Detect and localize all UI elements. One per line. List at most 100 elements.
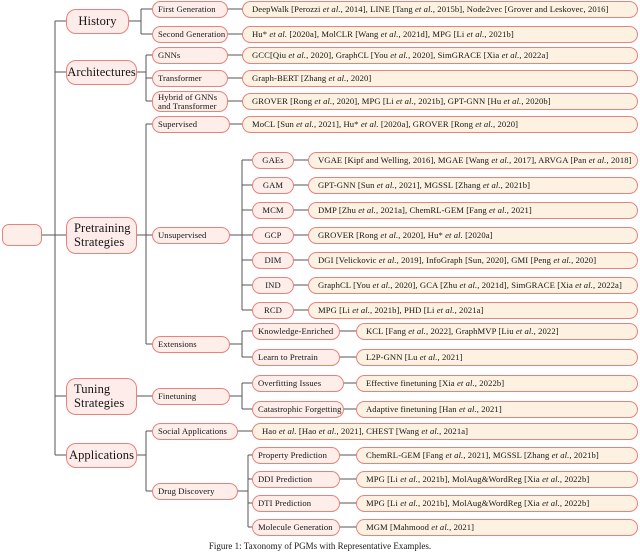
node-applications[interactable]: Applications <box>66 443 137 468</box>
node-drug-discovery[interactable]: Drug Discovery <box>152 483 238 500</box>
leaf-learn-to-pretrain-text: L2P-GNN [Lu et al., 2021] <box>366 353 463 362</box>
node-rcd[interactable]: RCD <box>252 302 294 319</box>
node-property-prediction-label: Property Prediction <box>258 451 327 460</box>
node-extensions[interactable]: Extensions <box>152 336 230 353</box>
leaf-ind-text: GraphCL [You et al., 2020], GCA [Zhu et … <box>318 281 622 290</box>
node-first-generation-label: First Generation <box>158 5 216 14</box>
node-mcm-label: MCM <box>262 206 283 215</box>
node-learn-to-pretrain[interactable]: Learn to Pretrain <box>252 349 340 366</box>
node-gaes-label: GAEs <box>262 156 283 165</box>
leaf-dim[interactable]: DGI [Velickovic et al., 2019], InfoGraph… <box>308 252 638 269</box>
node-first-generation[interactable]: First Generation <box>152 1 228 18</box>
node-second-generation[interactable]: Second Generation <box>152 26 228 43</box>
node-gam[interactable]: GAM <box>252 177 294 194</box>
taxonomy-figure: History Architectures Pretraining Strate… <box>0 0 640 554</box>
leaf-overfitting-issues[interactable]: Effective finetuning [Xia et al., 2022b] <box>356 375 638 392</box>
node-architectures[interactable]: Architectures <box>66 60 137 85</box>
leaf-learn-to-pretrain[interactable]: L2P-GNN [Lu et al., 2021] <box>356 349 638 366</box>
node-ind[interactable]: IND <box>252 277 294 294</box>
leaf-hybrid-gnns-transformer-text: GROVER [Rong et al., 2020], MPG [Li et a… <box>252 97 551 106</box>
node-molecule-generation[interactable]: Molecule Generation <box>252 519 340 536</box>
leaf-hybrid-gnns-transformer[interactable]: GROVER [Rong et al., 2020], MPG [Li et a… <box>242 93 638 110</box>
node-gaes[interactable]: GAEs <box>252 152 294 169</box>
leaf-knowledge-enriched-text: KCL [Fang et al., 2022], GraphMVP [Liu e… <box>366 327 559 336</box>
node-history-label: History <box>78 15 116 29</box>
node-property-prediction[interactable]: Property Prediction <box>252 447 340 464</box>
node-tuning-strategies[interactable]: Tuning Strategies <box>66 378 137 415</box>
node-overfitting-issues-label: Overfitting Issues <box>258 379 321 388</box>
node-second-generation-label: Second Generation <box>158 30 225 39</box>
leaf-gam[interactable]: GPT-GNN [Sun et al., 2021], MGSSL [Zhang… <box>308 177 638 194</box>
leaf-catastrophic-forgetting[interactable]: Adaptive finetuning [Han et al., 2021] <box>356 401 638 418</box>
node-gnns[interactable]: GNNs <box>152 47 228 64</box>
node-finetuning-label: Finetuning <box>158 392 196 401</box>
node-drug-discovery-label: Drug Discovery <box>158 487 215 496</box>
leaf-supervised[interactable]: MoCL [Sun et al., 2021], Hu* et al. [202… <box>242 116 638 133</box>
node-ddi-prediction[interactable]: DDI Prediction <box>252 471 340 488</box>
node-gcp[interactable]: GCP <box>252 227 294 244</box>
node-unsupervised-label: Unsupervised <box>158 231 206 240</box>
leaf-gaes-text: VGAE [Kipf and Welling, 2016], MGAE [Wan… <box>318 156 632 165</box>
node-supervised[interactable]: Supervised <box>152 116 230 133</box>
node-ddi-prediction-label: DDI Prediction <box>258 475 312 484</box>
leaf-dim-text: DGI [Velickovic et al., 2019], InfoGraph… <box>318 256 596 265</box>
node-applications-label: Applications <box>69 449 134 463</box>
leaf-gnns[interactable]: GCC[Qiu et al., 2020], GraphCL [You et a… <box>242 47 638 64</box>
leaf-rcd[interactable]: MPG [Li et al., 2021b], PHD [Li et al., … <box>308 302 638 319</box>
node-tuning-strategies-label: Tuning Strategies <box>74 383 131 410</box>
leaf-dti-prediction[interactable]: MPG [Li et al., 2021b], MolAug&WordReg [… <box>356 495 638 512</box>
figure-caption: Figure 1: Taxonomy of PGMs with Represen… <box>0 541 640 551</box>
leaf-gaes[interactable]: VGAE [Kipf and Welling, 2016], MGAE [Wan… <box>308 152 638 169</box>
node-rcd-label: RCD <box>264 306 282 315</box>
node-pretraining-strategies[interactable]: Pretraining Strategies <box>66 217 137 254</box>
leaf-rcd-text: MPG [Li et al., 2021b], PHD [Li et al., … <box>318 306 484 315</box>
node-unsupervised[interactable]: Unsupervised <box>152 227 230 244</box>
leaf-molecule-generation-text: MGM [Mahmood et al., 2021] <box>366 523 474 532</box>
node-supervised-label: Supervised <box>158 120 197 129</box>
leaf-supervised-text: MoCL [Sun et al., 2021], Hu* et al. [202… <box>252 120 518 129</box>
leaf-second-generation[interactable]: Hu* et al. [2020a], MolCLR [Wang et al.,… <box>242 26 638 43</box>
node-knowledge-enriched[interactable]: Knowledge-Enriched <box>252 323 340 340</box>
leaf-property-prediction-text: ChemRL-GEM [Fang et al., 2021], MGSSL [Z… <box>366 451 599 460</box>
leaf-first-generation[interactable]: DeepWalk [Perozzi et al., 2014], LINE [T… <box>242 1 638 18</box>
node-dim[interactable]: DIM <box>252 252 294 269</box>
node-catastrophic-forgetting[interactable]: Catastrophic Forgetting <box>252 401 344 418</box>
node-transformer-label: Transformer <box>158 74 202 83</box>
leaf-gcp-text: GROVER [Rong et al., 2020], Hu* et al. [… <box>318 231 493 240</box>
node-dti-prediction-label: DTI Prediction <box>258 499 311 508</box>
leaf-property-prediction[interactable]: ChemRL-GEM [Fang et al., 2021], MGSSL [Z… <box>356 447 638 464</box>
leaf-transformer[interactable]: Graph-BERT [Zhang et al., 2020] <box>242 70 638 87</box>
node-pretraining-strategies-label: Pretraining Strategies <box>74 222 131 249</box>
leaf-catastrophic-forgetting-text: Adaptive finetuning [Han et al., 2021] <box>366 405 502 414</box>
leaf-ddi-prediction-text: MPG [Li et al., 2021b], MolAug&WordReg [… <box>366 475 589 484</box>
node-finetuning[interactable]: Finetuning <box>152 388 230 405</box>
leaf-gcp[interactable]: GROVER [Rong et al., 2020], Hu* et al. [… <box>308 227 638 244</box>
node-social-applications-label: Social Applications <box>158 427 227 436</box>
node-dim-label: DIM <box>264 256 281 265</box>
leaf-molecule-generation[interactable]: MGM [Mahmood et al., 2021] <box>356 519 638 536</box>
node-mcm[interactable]: MCM <box>252 202 294 219</box>
leaf-social-applications[interactable]: Hao et al. [Hao et al., 2021], CHEST [Wa… <box>252 423 638 440</box>
leaf-gam-text: GPT-GNN [Sun et al., 2021], MGSSL [Zhang… <box>318 181 530 190</box>
node-learn-to-pretrain-label: Learn to Pretrain <box>258 353 318 362</box>
node-overfitting-issues[interactable]: Overfitting Issues <box>252 375 344 392</box>
leaf-social-applications-text: Hao et al. [Hao et al., 2021], CHEST [Wa… <box>262 427 468 436</box>
leaf-mcm[interactable]: DMP [Zhu et al., 2021a], ChemRL-GEM [Fan… <box>308 202 638 219</box>
node-root[interactable] <box>2 224 42 246</box>
node-social-applications[interactable]: Social Applications <box>152 423 238 440</box>
node-hybrid-gnns-transformer-label: Hybrid of GNNs and Transformer <box>158 93 222 110</box>
leaf-gnns-text: GCC[Qiu et al., 2020], GraphCL [You et a… <box>252 51 548 60</box>
node-dti-prediction[interactable]: DTI Prediction <box>252 495 340 512</box>
node-history[interactable]: History <box>66 9 129 34</box>
node-extensions-label: Extensions <box>158 340 197 349</box>
node-hybrid-gnns-transformer[interactable]: Hybrid of GNNs and Transformer <box>152 91 228 112</box>
leaf-ind[interactable]: GraphCL [You et al., 2020], GCA [Zhu et … <box>308 277 638 294</box>
node-transformer[interactable]: Transformer <box>152 70 228 87</box>
node-molecule-generation-label: Molecule Generation <box>258 523 333 532</box>
leaf-dti-prediction-text: MPG [Li et al., 2021b], MolAug&WordReg [… <box>366 499 589 508</box>
leaf-ddi-prediction[interactable]: MPG [Li et al., 2021b], MolAug&WordReg [… <box>356 471 638 488</box>
node-gcp-label: GCP <box>264 231 281 240</box>
leaf-transformer-text: Graph-BERT [Zhang et al., 2020] <box>252 74 371 83</box>
leaf-first-generation-text: DeepWalk [Perozzi et al., 2014], LINE [T… <box>252 5 609 14</box>
leaf-knowledge-enriched[interactable]: KCL [Fang et al., 2022], GraphMVP [Liu e… <box>356 323 638 340</box>
